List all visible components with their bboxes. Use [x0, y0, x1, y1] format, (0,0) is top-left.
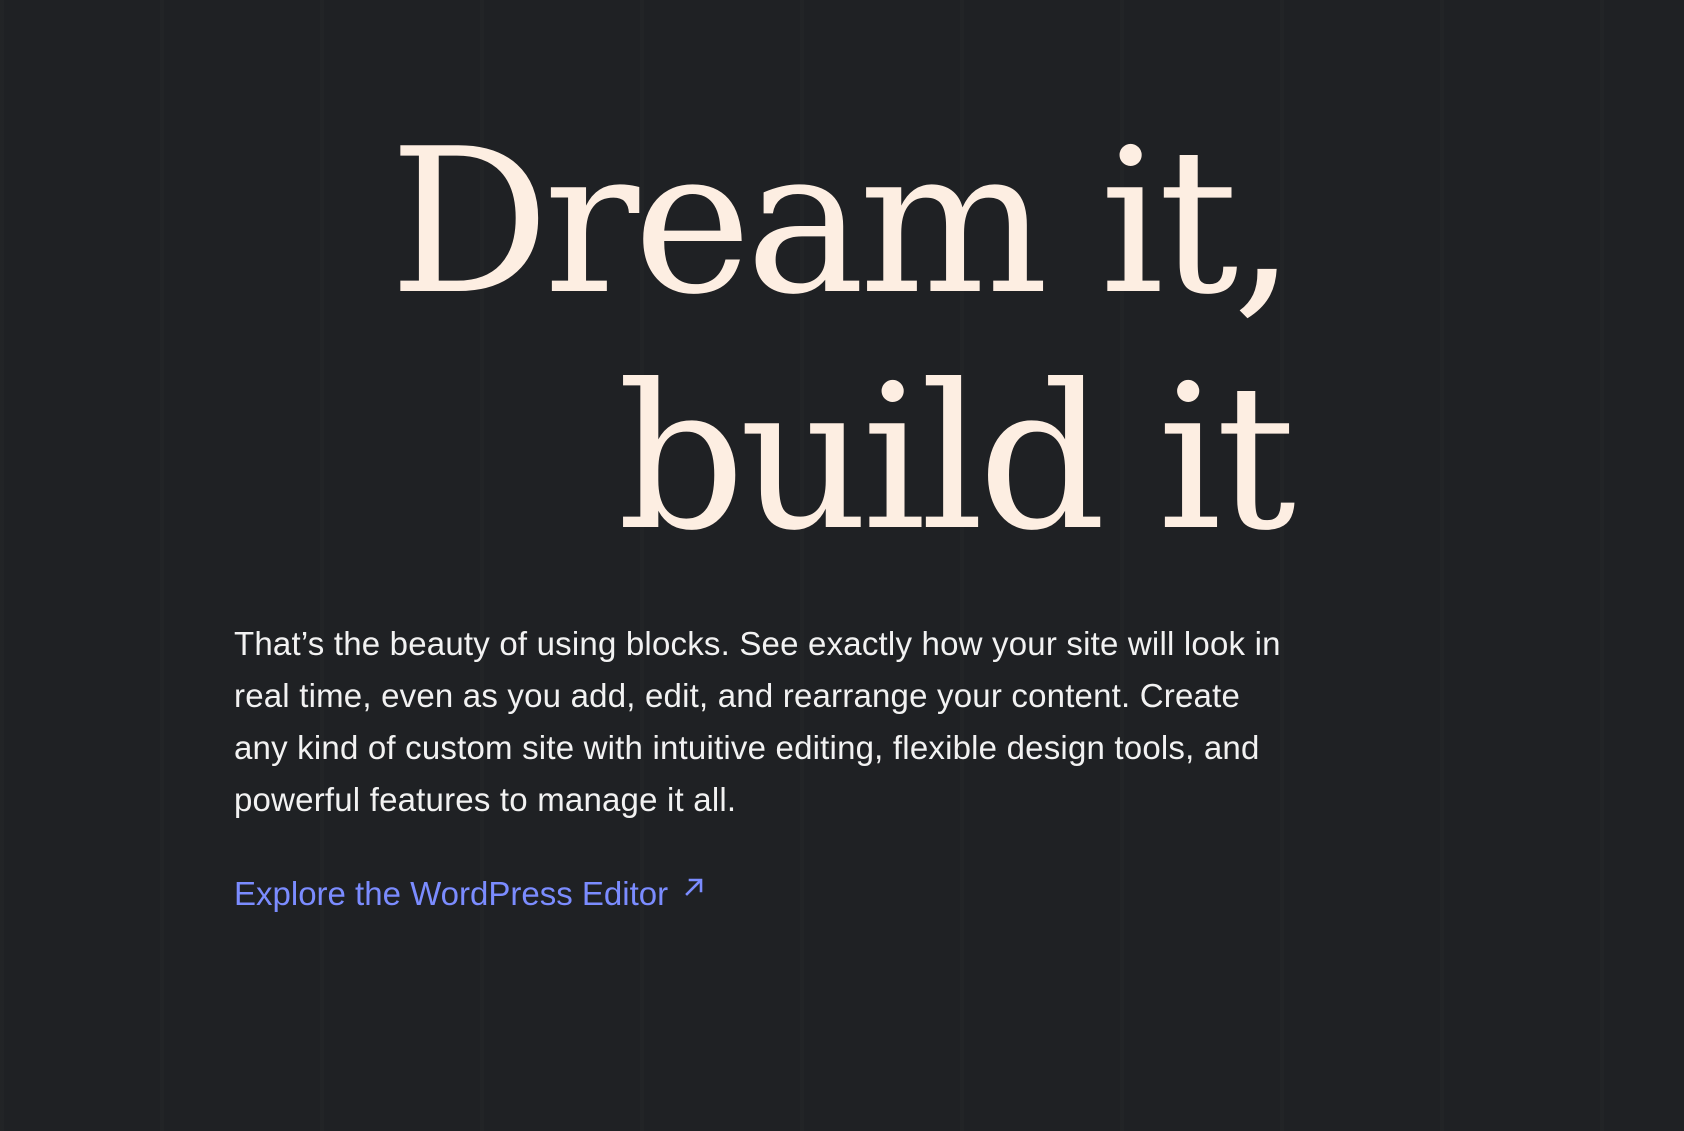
hero-section: Dream it, build it That’s the beauty of …: [0, 0, 1684, 1131]
headline-line-2: build it: [617, 342, 1296, 575]
explore-editor-link-label: Explore the WordPress Editor: [234, 875, 669, 912]
explore-editor-link[interactable]: Explore the WordPress Editor: [234, 872, 706, 916]
hero-description: That’s the beauty of using blocks. See e…: [234, 625, 1281, 818]
arrow-up-right-icon: [685, 878, 703, 896]
hero-headline: Dream it, build it: [0, 105, 1296, 577]
headline-line-1: Dream it,: [389, 106, 1296, 339]
